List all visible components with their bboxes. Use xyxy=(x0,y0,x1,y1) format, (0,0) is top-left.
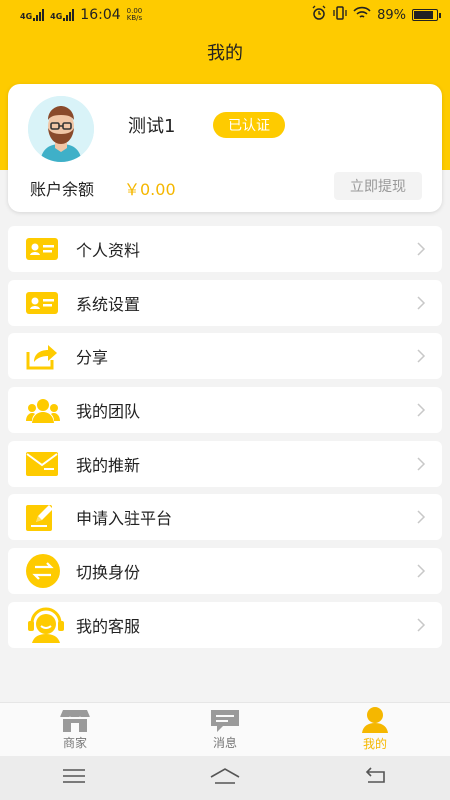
alarm-icon xyxy=(311,5,327,25)
tab-messages[interactable]: 消息 xyxy=(150,703,300,756)
battery-icon xyxy=(412,9,441,21)
tab-mine[interactable]: 我的 xyxy=(300,703,450,756)
home-icon[interactable] xyxy=(209,767,241,789)
chevron-right-icon xyxy=(417,403,426,417)
menu-item-switch-identity[interactable]: 切换身份 xyxy=(8,548,442,595)
menu-icon[interactable] xyxy=(62,768,86,788)
speed-unit: KB/s xyxy=(126,14,143,22)
chevron-right-icon xyxy=(417,618,426,632)
menu-item-referrals[interactable]: 我的推新 xyxy=(8,440,442,487)
network-type-1: 4G xyxy=(20,12,33,21)
avatar-image xyxy=(28,96,94,162)
signal-icon xyxy=(63,9,75,21)
signal-1: 4G xyxy=(20,9,45,21)
menu-label: 个人资料 xyxy=(76,241,141,260)
network-type-2: 4G xyxy=(50,12,63,21)
customer-service-icon xyxy=(26,605,66,645)
tab-label: 我的 xyxy=(362,737,387,751)
share-icon xyxy=(26,336,66,376)
menu-label: 我的团队 xyxy=(76,402,141,422)
chevron-right-icon xyxy=(417,457,426,471)
menu-label: 我的客服 xyxy=(76,616,141,636)
verified-badge: 已认证 xyxy=(213,112,285,138)
withdraw-button[interactable]: 立即提现 xyxy=(334,172,422,200)
tab-label: 商家 xyxy=(62,736,87,750)
user-icon xyxy=(362,707,388,733)
balance-value: ￥0.00 xyxy=(124,180,176,199)
wifi-icon xyxy=(353,6,371,24)
envelope-icon xyxy=(26,444,66,484)
edit-icon xyxy=(26,497,66,537)
tab-label: 消息 xyxy=(212,736,237,750)
signal-icon xyxy=(33,9,45,21)
id-card-icon xyxy=(26,229,66,269)
menu-label: 申请入驻平台 xyxy=(76,509,173,529)
menu-label: 系统设置 xyxy=(76,294,141,314)
message-icon xyxy=(211,710,239,732)
menu-label: 切换身份 xyxy=(76,563,141,583)
switch-icon xyxy=(26,551,66,591)
chevron-right-icon xyxy=(417,510,426,524)
status-left: 4G 4G 16:04 0.00 KB/s xyxy=(20,7,142,23)
menu-label: 我的推新 xyxy=(76,455,141,475)
status-right: 89% xyxy=(311,5,441,25)
tab-bar: 商家 消息 我的 xyxy=(0,702,450,756)
menu-item-apply-platform[interactable]: 申请入驻平台 xyxy=(8,494,442,541)
menu-item-profile[interactable]: 个人资料 xyxy=(8,226,442,272)
chevron-right-icon xyxy=(417,296,426,310)
vibrate-icon xyxy=(333,5,347,25)
profile-card: 测试1 已认证 账户余额 ￥0.00 立即提现 xyxy=(8,84,442,212)
menu-item-customer-service[interactable]: 我的客服 xyxy=(8,601,442,648)
back-icon[interactable] xyxy=(364,767,388,789)
avatar[interactable] xyxy=(28,96,94,162)
team-icon xyxy=(26,390,66,430)
balance-label: 账户余额 xyxy=(30,180,95,199)
battery-level: 89% xyxy=(377,7,406,23)
chevron-right-icon xyxy=(417,564,426,578)
id-card-icon xyxy=(26,283,66,323)
store-icon xyxy=(60,710,90,732)
status-bar: 4G 4G 16:04 0.00 KB/s 89% xyxy=(0,0,450,30)
username: 测试1 xyxy=(128,116,176,137)
system-nav-bar xyxy=(0,756,450,800)
menu-list: 个人资料 系统设置 分享 我的团队 我的推新 申请入驻平台 切换身份 我的客服 xyxy=(8,226,442,656)
menu-label: 分享 xyxy=(76,348,109,368)
menu-item-settings[interactable]: 系统设置 xyxy=(8,279,442,326)
menu-item-share[interactable]: 分享 xyxy=(8,333,442,380)
tab-merchant[interactable]: 商家 xyxy=(0,703,150,756)
menu-item-team[interactable]: 我的团队 xyxy=(8,387,442,434)
chevron-right-icon xyxy=(417,242,426,256)
signal-2: 4G xyxy=(50,9,75,21)
chevron-right-icon xyxy=(417,349,426,363)
network-speed: 0.00 KB/s xyxy=(127,8,143,22)
page-title: 我的 xyxy=(207,43,243,64)
clock: 16:04 xyxy=(80,7,121,23)
